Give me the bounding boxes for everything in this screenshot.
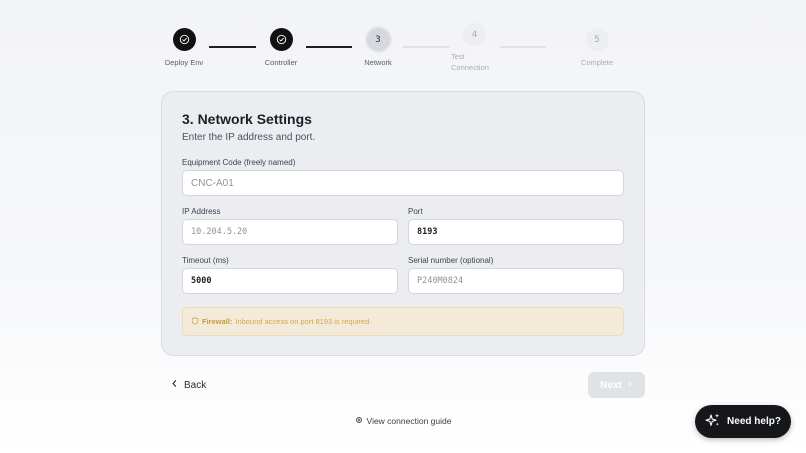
step-label: Complete — [580, 58, 614, 67]
timeout-input[interactable]: 5000 — [182, 268, 398, 294]
serial-number-input[interactable]: P240M0824 — [408, 268, 624, 294]
shield-icon — [191, 316, 199, 327]
step-complete[interactable]: 5 Complete — [552, 28, 642, 68]
step-number: 4 — [463, 23, 486, 46]
port-label: Port — [408, 207, 423, 216]
network-settings-card: 3. Network Settings Enter the IP address… — [161, 91, 645, 356]
serial-number-label: Serial number (optional) — [408, 256, 494, 265]
notice-text: Inbound access on port 8193 is required. — [235, 317, 372, 326]
back-label: Back — [184, 379, 207, 391]
next-label: Next — [600, 379, 622, 391]
sparkles-icon — [705, 412, 721, 431]
chevron-left-icon — [171, 379, 178, 391]
step-deploy-env[interactable]: Deploy Env — [139, 28, 229, 68]
step-test-connection[interactable]: 4 Test Connection — [429, 23, 519, 73]
progress-stepper: Deploy Env Controller 3 Network 4 Test C… — [0, 0, 806, 80]
equipment-code-input[interactable]: CNC-A01 — [182, 170, 624, 196]
step-label: Controller — [264, 58, 298, 67]
step-label: Deploy Env — [164, 58, 204, 67]
timeout-label: Timeout (ms) — [182, 256, 229, 265]
step-number: 3 — [366, 28, 390, 51]
ip-address-label: IP Address — [182, 207, 221, 216]
next-button[interactable]: Next — [588, 372, 645, 398]
need-help-button[interactable]: Need help? — [695, 405, 791, 438]
ip-address-input[interactable]: 10.204.5.20 — [182, 219, 398, 245]
firewall-notice: Firewall: Inbound access on port 8193 is… — [182, 307, 624, 336]
chevron-right-icon — [627, 380, 633, 391]
check-icon — [269, 28, 293, 51]
gear-icon — [355, 416, 363, 426]
port-input[interactable]: 8193 — [408, 219, 624, 245]
help-label: Need help? — [727, 416, 781, 427]
step-controller[interactable]: Controller — [236, 28, 326, 68]
equipment-code-label: Equipment Code (freely named) — [182, 158, 296, 167]
step-network[interactable]: 3 Network — [333, 28, 423, 68]
card-subtitle: Enter the IP address and port. — [182, 132, 316, 143]
card-title: 3. Network Settings — [182, 111, 312, 127]
step-label: Network — [364, 58, 392, 67]
guide-link-label: View connection guide — [366, 416, 452, 426]
step-label: Test Connection — [451, 52, 489, 72]
connection-guide-link[interactable]: View connection guide — [0, 416, 806, 426]
check-icon — [172, 28, 196, 51]
step-number: 5 — [585, 28, 609, 51]
back-button[interactable]: Back — [171, 376, 206, 394]
notice-title: Firewall: — [202, 317, 233, 326]
